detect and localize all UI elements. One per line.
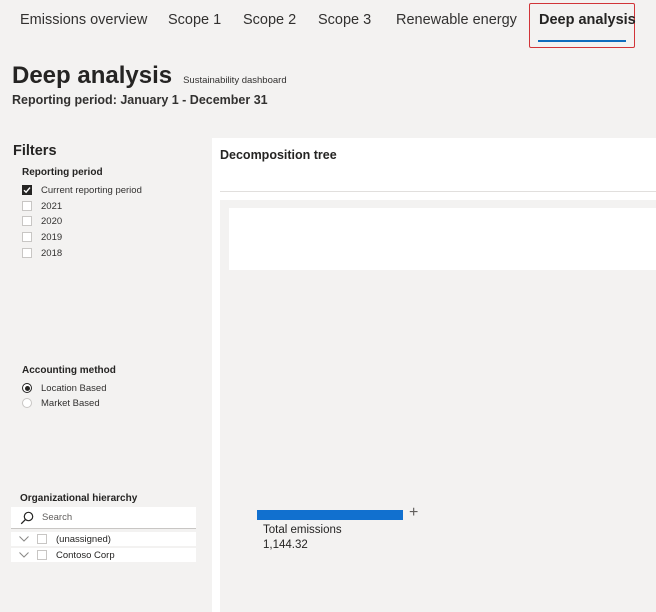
checkbox-checked-icon[interactable] bbox=[22, 185, 32, 195]
search-input[interactable] bbox=[42, 512, 182, 523]
hierarchy-item-label: (unassigned) bbox=[56, 533, 111, 545]
sustainability-dashboard: Emissions overview Scope 1 Scope 2 Scope… bbox=[0, 0, 656, 612]
option-label: Current reporting period bbox=[41, 184, 142, 196]
active-tab-underline bbox=[538, 40, 626, 42]
reporting-period-option-2018[interactable]: 2018 bbox=[22, 246, 62, 260]
option-label: 2018 bbox=[41, 247, 63, 259]
reporting-period-text: Reporting period: January 1 - December 3… bbox=[12, 93, 268, 107]
radio-selected-icon[interactable] bbox=[22, 383, 32, 393]
decomposition-tree-canvas: + Total emissions 1,144.32 bbox=[220, 200, 656, 612]
checkbox-icon[interactable] bbox=[37, 534, 47, 544]
tab-emissions-overview[interactable]: Emissions overview bbox=[20, 0, 147, 40]
total-emissions-bar[interactable] bbox=[257, 510, 403, 520]
checkbox-icon[interactable] bbox=[22, 232, 32, 242]
hierarchy-item-contoso-corp[interactable]: Contoso Corp bbox=[11, 548, 196, 562]
hierarchy-item-label: Contoso Corp bbox=[56, 549, 115, 561]
expand-plus-icon[interactable]: + bbox=[409, 503, 418, 523]
checkbox-icon[interactable] bbox=[22, 216, 32, 226]
node-value: 1,144.32 bbox=[263, 539, 308, 551]
tab-bar: Emissions overview Scope 1 Scope 2 Scope… bbox=[0, 0, 656, 50]
tab-deep-analysis[interactable]: Deep analysis bbox=[539, 0, 636, 40]
filters-title: Filters bbox=[13, 143, 57, 159]
tab-scope-3[interactable]: Scope 3 bbox=[318, 0, 371, 40]
chevron-down-icon[interactable] bbox=[19, 552, 29, 558]
option-label: 2020 bbox=[41, 215, 63, 227]
accounting-method-option-market[interactable]: Market Based bbox=[22, 396, 100, 410]
page-subtitle: Sustainability dashboard bbox=[183, 75, 287, 86]
decomposition-tree-panel: Decomposition tree + Total emissions 1,1… bbox=[212, 138, 656, 612]
checkbox-icon[interactable] bbox=[37, 550, 47, 560]
tab-renewable-energy[interactable]: Renewable energy bbox=[396, 0, 517, 40]
reporting-period-option-current[interactable]: Current reporting period bbox=[22, 183, 142, 197]
accounting-method-label: Accounting method bbox=[22, 365, 116, 376]
tab-scope-2[interactable]: Scope 2 bbox=[243, 0, 296, 40]
org-hierarchy-label: Organizational hierarchy bbox=[20, 493, 138, 504]
checkbox-icon[interactable] bbox=[22, 201, 32, 211]
tree-header-card bbox=[229, 208, 656, 270]
accounting-method-option-location[interactable]: Location Based bbox=[22, 381, 107, 395]
chevron-down-icon[interactable] bbox=[19, 536, 29, 542]
hierarchy-item-unassigned[interactable]: (unassigned) bbox=[11, 532, 196, 546]
node-label: Total emissions bbox=[263, 524, 342, 536]
divider bbox=[220, 191, 656, 192]
option-label: 2021 bbox=[41, 200, 63, 212]
reporting-period-option-2019[interactable]: 2019 bbox=[22, 230, 62, 244]
page-title: Deep analysis bbox=[12, 62, 173, 89]
visual-title: Decomposition tree bbox=[220, 148, 337, 162]
checkbox-icon[interactable] bbox=[22, 248, 32, 258]
org-hierarchy-search bbox=[11, 507, 196, 529]
option-label: 2019 bbox=[41, 231, 63, 243]
option-label: Location Based bbox=[41, 382, 107, 394]
reporting-period-option-2020[interactable]: 2020 bbox=[22, 214, 62, 228]
tab-scope-1[interactable]: Scope 1 bbox=[168, 0, 221, 40]
reporting-period-label: Reporting period bbox=[22, 167, 103, 178]
page-header: Deep analysis Sustainability dashboard bbox=[12, 62, 287, 90]
reporting-period-option-2021[interactable]: 2021 bbox=[22, 199, 62, 213]
radio-icon[interactable] bbox=[22, 398, 32, 408]
option-label: Market Based bbox=[41, 397, 100, 409]
search-icon bbox=[20, 511, 34, 524]
